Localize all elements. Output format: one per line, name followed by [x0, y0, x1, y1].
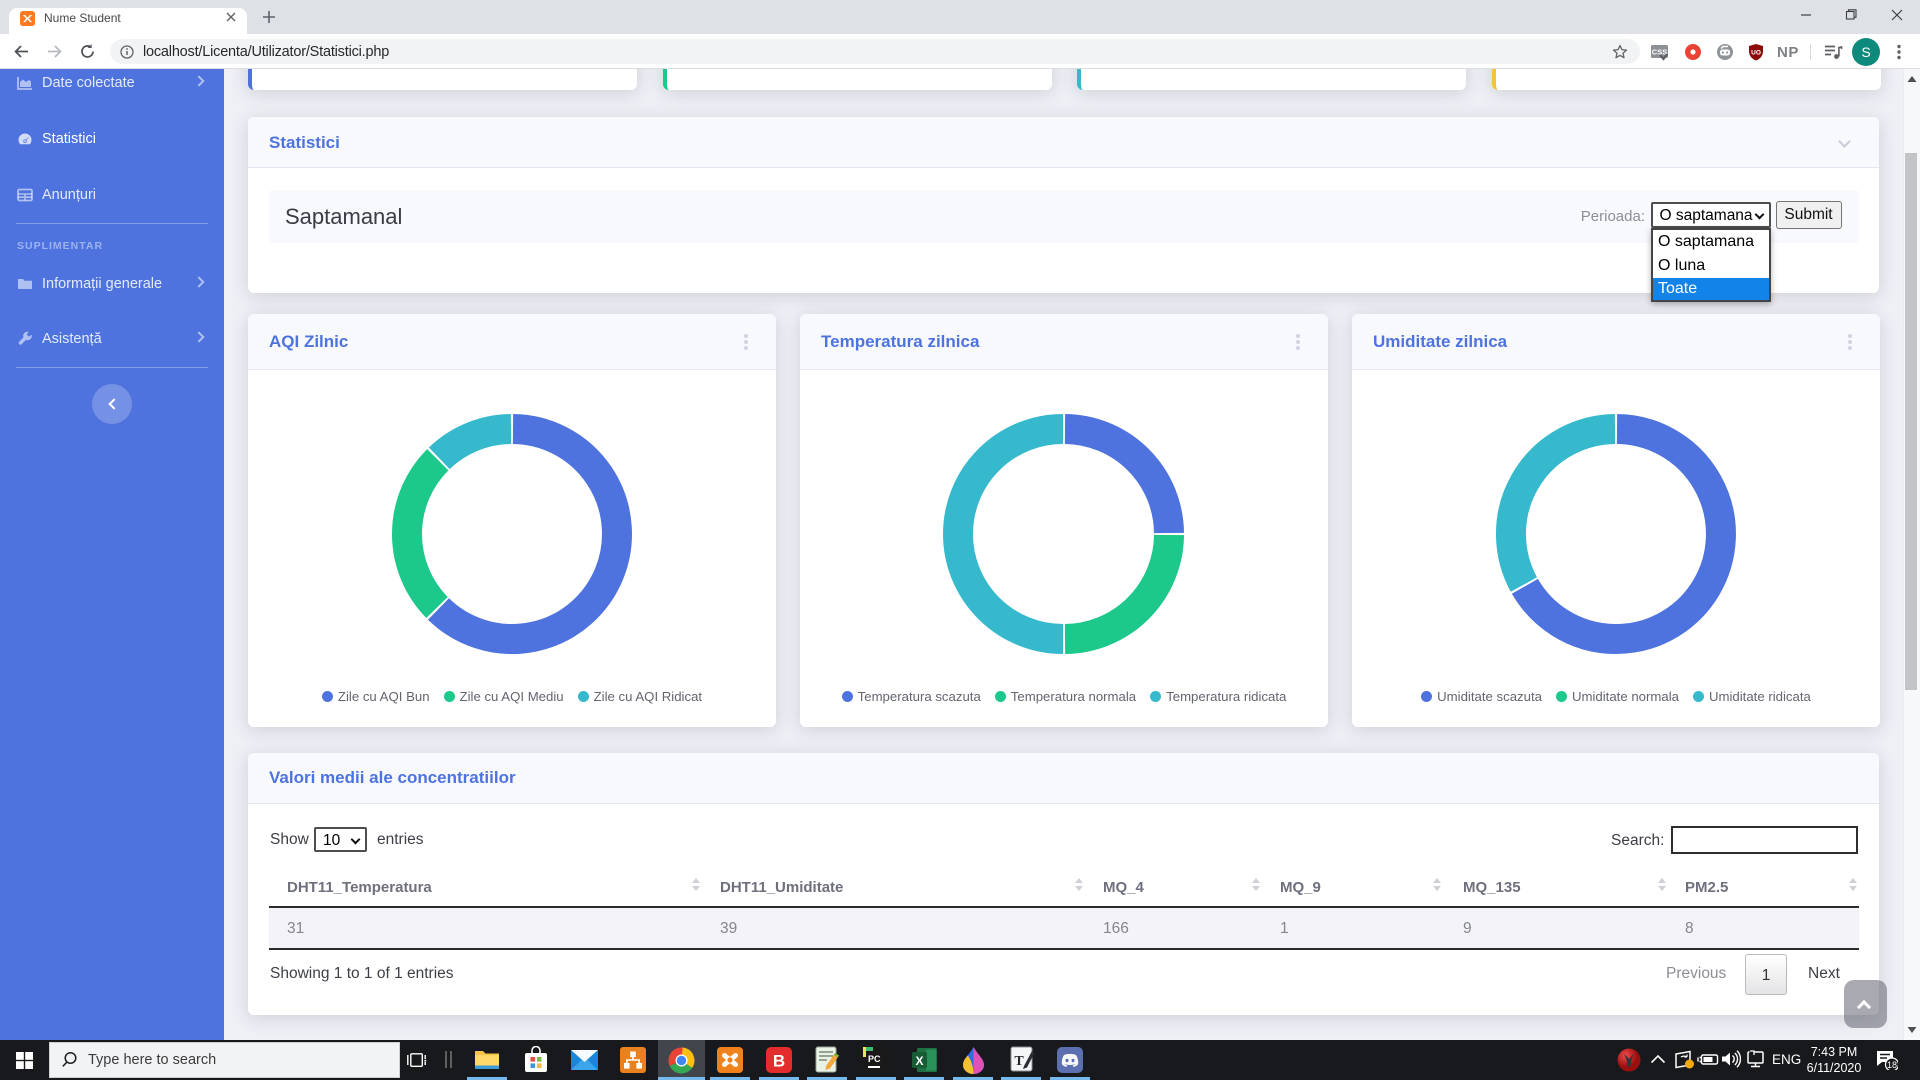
svg-text:B: B [773, 1052, 785, 1071]
svg-text:18: 18 [1887, 1060, 1897, 1070]
svg-text:X: X [915, 1054, 923, 1068]
svg-text:UO: UO [1751, 50, 1761, 57]
svg-text:PC: PC [868, 1054, 881, 1064]
svg-text:T: T [1014, 1054, 1024, 1069]
